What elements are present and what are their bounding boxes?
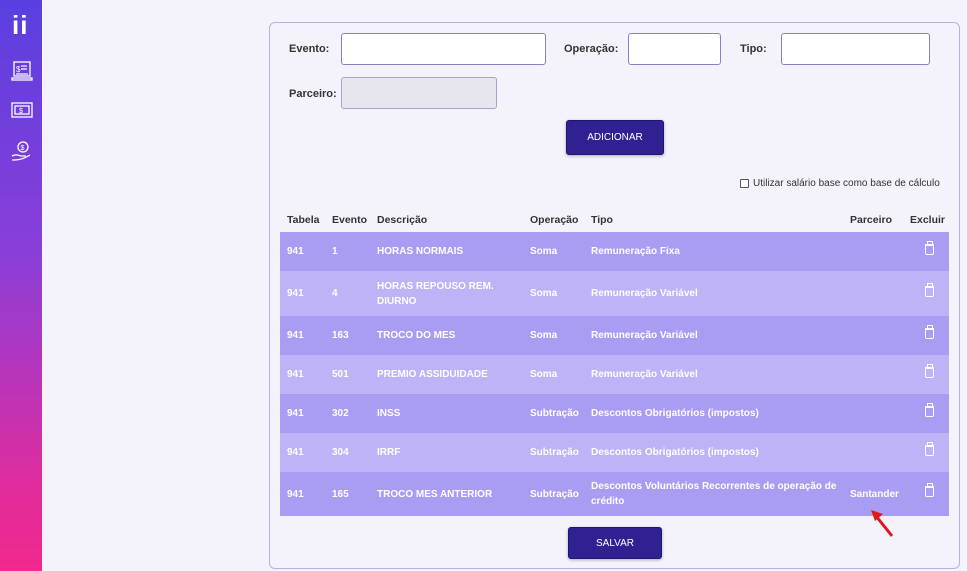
payroll-screen-icon[interactable]: $ [11, 60, 33, 82]
table-row: 941 4 HORAS REPOUSO REM. DIURNO Soma Remuner… [280, 271, 949, 316]
trash-icon[interactable] [925, 324, 934, 339]
cell-evento: 163 [325, 316, 370, 355]
red-arrow-annotation [871, 510, 894, 537]
cell-evento: 1 [325, 232, 370, 271]
trash-icon[interactable] [925, 363, 934, 378]
cell-tipo: Descontos Obrigatórios (impostos) [584, 433, 843, 472]
cell-tipo: Remuneração Variável [584, 355, 843, 394]
cell-parceiro [843, 394, 903, 433]
col-excluir: Excluir [910, 214, 946, 226]
table-row: 941 302 INSS Subtração Descontos Obrigatório… [280, 394, 949, 433]
cell-excluir [903, 355, 949, 394]
cell-tipo: Descontos Obrigatórios (impostos) [584, 394, 843, 433]
cell-operacao: Soma [523, 232, 584, 271]
cell-excluir [903, 394, 949, 433]
col-evento: Evento [332, 214, 368, 226]
events-table: Tabela Evento Descrição Operação Tipo Pa… [280, 208, 949, 516]
cell-evento: 165 [325, 472, 370, 516]
tipo-label: Tipo: [740, 43, 767, 55]
checkbox-box[interactable] [740, 179, 749, 188]
table-row: 941 304 IRRF Subtração Descontos Obrigatório… [280, 433, 949, 472]
operacao-label: Operação: [564, 43, 619, 55]
cell-parceiro [843, 232, 903, 271]
cell-operacao: Soma [523, 355, 584, 394]
cell-operacao: Subtração [523, 433, 584, 472]
svg-text:$: $ [19, 108, 23, 115]
cell-operacao: Soma [523, 316, 584, 355]
cell-tabela: 941 [280, 472, 325, 516]
cell-tabela: 941 [280, 355, 325, 394]
cell-descricao: HORAS NORMAIS [370, 232, 523, 271]
cell-descricao: HORAS REPOUSO REM. DIURNO [370, 271, 523, 316]
cell-descricao: TROCO DO MES [370, 316, 523, 355]
salvar-button[interactable]: SALVAR [568, 527, 662, 559]
col-tipo: Tipo [591, 214, 613, 226]
parceiro-input[interactable] [341, 77, 497, 109]
operacao-input[interactable] [628, 33, 721, 65]
sidebar: ii $ $ $ [0, 0, 42, 571]
cell-tipo: Remuneração Variável [584, 316, 843, 355]
cell-descricao: INSS [370, 394, 523, 433]
svg-text:$: $ [16, 65, 21, 74]
cell-evento: 4 [325, 271, 370, 316]
cell-tipo: Remuneração Fixa [584, 232, 843, 271]
cell-excluir [903, 271, 949, 316]
cell-parceiro [843, 355, 903, 394]
col-parceiro: Parceiro [850, 214, 893, 226]
col-tabela: Tabela [287, 214, 320, 226]
parceiro-label: Parceiro: [289, 88, 337, 100]
evento-input[interactable] [341, 33, 546, 65]
app-logo: ii [12, 10, 29, 40]
table-row: 941 501 PREMIO ASSIDUIDADE Soma Remuneração … [280, 355, 949, 394]
cell-tabela: 941 [280, 271, 325, 316]
cell-excluir [903, 433, 949, 472]
cell-parceiro [843, 271, 903, 316]
cell-parceiro [843, 316, 903, 355]
cell-descricao: IRRF [370, 433, 523, 472]
cell-tipo: Remuneração Variável [584, 271, 843, 316]
tipo-input[interactable] [781, 33, 930, 65]
cell-operacao: Subtração [523, 472, 584, 516]
salario-base-checkbox[interactable]: Utilizar salário base como base de cálcu… [740, 178, 940, 189]
cell-evento: 302 [325, 394, 370, 433]
cell-tabela: 941 [280, 316, 325, 355]
cell-operacao: Subtração [523, 394, 584, 433]
cell-evento: 501 [325, 355, 370, 394]
cell-tabela: 941 [280, 394, 325, 433]
cell-operacao: Soma [523, 271, 584, 316]
cell-descricao: PREMIO ASSIDUIDADE [370, 355, 523, 394]
checkbox-label: Utilizar salário base como base de cálcu… [753, 178, 940, 189]
table-header: Tabela Evento Descrição Operação Tipo Pa… [280, 208, 949, 232]
trash-icon[interactable] [925, 441, 934, 456]
event-form-card: Evento: Operação: Tipo: Parceiro: ADICIO… [269, 22, 960, 569]
cell-excluir [903, 232, 949, 271]
banknote-icon[interactable]: $ [11, 99, 33, 121]
cell-tabela: 941 [280, 433, 325, 472]
evento-label: Evento: [289, 43, 330, 55]
cell-evento: 304 [325, 433, 370, 472]
table-row: 941 163 TROCO DO MES Soma Remuneração Variáv… [280, 316, 949, 355]
col-operacao: Operação [530, 214, 579, 226]
trash-icon[interactable] [925, 282, 934, 297]
trash-icon[interactable] [925, 402, 934, 417]
adicionar-button[interactable]: ADICIONAR [566, 120, 664, 155]
trash-icon[interactable] [925, 483, 934, 497]
col-descricao: Descrição [377, 214, 428, 226]
trash-icon[interactable] [925, 240, 934, 255]
table-row: 941 1 HORAS NORMAIS Soma Remuneração Fixa [280, 232, 949, 271]
svg-text:$: $ [21, 145, 25, 152]
cell-tipo: Descontos Voluntários Recorrentes de ope… [584, 472, 843, 516]
cell-excluir [903, 472, 949, 516]
cell-tabela: 941 [280, 232, 325, 271]
table-row: 941 165 TROCO MES ANTERIOR Subtração Descont… [280, 472, 949, 516]
cell-descricao: TROCO MES ANTERIOR [370, 472, 523, 516]
cell-parceiro [843, 433, 903, 472]
hand-money-icon[interactable]: $ [11, 140, 33, 162]
cell-excluir [903, 316, 949, 355]
